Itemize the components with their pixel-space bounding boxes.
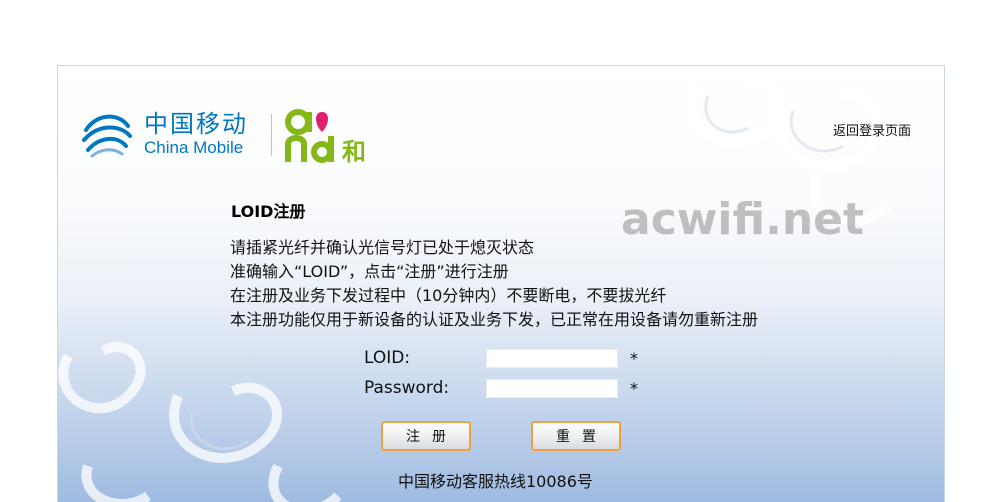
brand-cn-name: 中国移动 <box>144 110 248 138</box>
page-title: LOID注册 <box>231 202 306 221</box>
brand-en-name: China Mobile <box>144 138 244 157</box>
register-button[interactable]: 注册 <box>381 421 471 451</box>
and-he-text: 和 <box>342 138 366 166</box>
login-panel: 中国移动 China Mobile 和 返回登录页面 acwifi.net LO… <box>57 65 945 502</box>
loid-label: LOID: <box>364 348 411 368</box>
hotline-text: 中国移动客服热线10086号 <box>398 472 593 491</box>
china-mobile-emblem-icon <box>82 114 132 158</box>
password-required-mark: * <box>630 378 638 398</box>
china-mobile-logo: 中国移动 China Mobile <box>78 104 248 164</box>
loid-required-mark: * <box>630 348 638 368</box>
note-line: 准确输入“LOID”，点击“注册”进行注册 <box>230 262 509 281</box>
password-label: Password: <box>364 378 450 398</box>
loid-row: LOID: * <box>364 348 638 368</box>
password-row: Password: * <box>364 378 638 398</box>
note-line: 请插紧光纤并确认光信号灯已处于熄灭状态 <box>230 238 535 257</box>
and-logo-icon <box>285 109 334 163</box>
note-line: 本注册功能仅用于新设备的认证及业务下发，已正常在用设备请勿重新注册 <box>230 310 759 329</box>
note-line: 在注册及业务下发过程中（10分钟内）不要断电，不要拔光纤 <box>230 286 667 305</box>
password-input[interactable] <box>486 378 618 398</box>
loid-input[interactable] <box>486 348 618 368</box>
return-login-link[interactable]: 返回登录页面 <box>833 120 911 139</box>
and-he-logo: 和 <box>284 106 384 166</box>
instruction-notes: 请插紧光纤并确认光信号灯已处于熄灭状态 准确输入“LOID”，点击“注册”进行注… <box>230 236 758 332</box>
logo-divider <box>271 114 272 156</box>
reset-button[interactable]: 重置 <box>531 421 621 451</box>
